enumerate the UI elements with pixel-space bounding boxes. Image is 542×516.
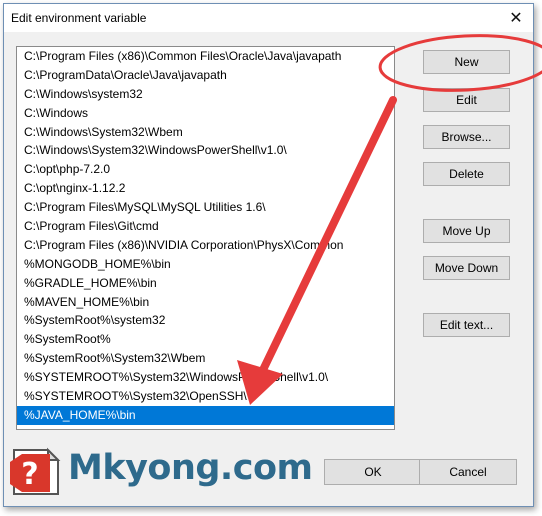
path-list-item[interactable]: C:\Windows\system32 (17, 85, 394, 104)
move-down-button[interactable]: Move Down (423, 256, 510, 280)
path-list-item[interactable]: %MONGODB_HOME%\bin (17, 255, 394, 274)
browse-button[interactable]: Browse... (423, 125, 510, 149)
new-button[interactable]: New (423, 50, 510, 74)
path-list-item[interactable]: C:\Program Files\Git\cmd (17, 217, 394, 236)
path-list-item[interactable]: C:\opt\nginx-1.12.2 (17, 179, 394, 198)
path-list-item[interactable]: %SystemRoot%\system32 (17, 311, 394, 330)
path-list-item[interactable]: C:\opt\php-7.2.0 (17, 160, 394, 179)
path-list-item[interactable]: C:\Windows (17, 104, 394, 123)
move-up-button[interactable]: Move Up (423, 219, 510, 243)
edit-text-button[interactable]: Edit text... (423, 313, 510, 337)
path-list-item[interactable]: C:\Program Files (x86)\NVIDIA Corporatio… (17, 236, 394, 255)
cancel-button[interactable]: Cancel (419, 459, 517, 485)
mkyong-logo: ? Mkyong.com (8, 442, 313, 498)
close-icon[interactable]: ✕ (499, 4, 533, 32)
logo-text: Mkyong.com (68, 448, 313, 488)
window-title: Edit environment variable (11, 11, 147, 25)
delete-button[interactable]: Delete (423, 162, 510, 186)
path-list-item[interactable]: C:\Windows\System32\Wbem (17, 123, 394, 142)
path-list-item[interactable]: %SystemRoot%\System32\Wbem (17, 349, 394, 368)
ok-button[interactable]: OK (324, 459, 422, 485)
path-list-item[interactable]: %MAVEN_HOME%\bin (17, 293, 394, 312)
path-list[interactable]: C:\Program Files (x86)\Common Files\Orac… (16, 46, 395, 430)
path-list-item[interactable]: %GRADLE_HOME%\bin (17, 274, 394, 293)
path-list-item[interactable]: C:\Program Files (x86)\Common Files\Orac… (17, 47, 394, 66)
path-list-item[interactable]: %JAVA_HOME%\bin (17, 405, 394, 425)
path-list-item[interactable]: %SYSTEMROOT%\System32\WindowsPowerShell\… (17, 368, 394, 387)
path-list-item[interactable]: C:\Windows\System32\WindowsPowerShell\v1… (17, 141, 394, 160)
path-list-item[interactable]: C:\ProgramData\Oracle\Java\javapath (17, 66, 394, 85)
svg-text:?: ? (21, 457, 38, 492)
question-page-icon: ? (10, 447, 61, 495)
path-list-item[interactable]: C:\Program Files\MySQL\MySQL Utilities 1… (17, 198, 394, 217)
edit-button[interactable]: Edit (423, 88, 510, 112)
title-bar: Edit environment variable ✕ (4, 4, 533, 32)
path-list-item[interactable]: %SYSTEMROOT%\System32\OpenSSH\ (17, 387, 394, 406)
path-list-item[interactable]: %SystemRoot% (17, 330, 394, 349)
